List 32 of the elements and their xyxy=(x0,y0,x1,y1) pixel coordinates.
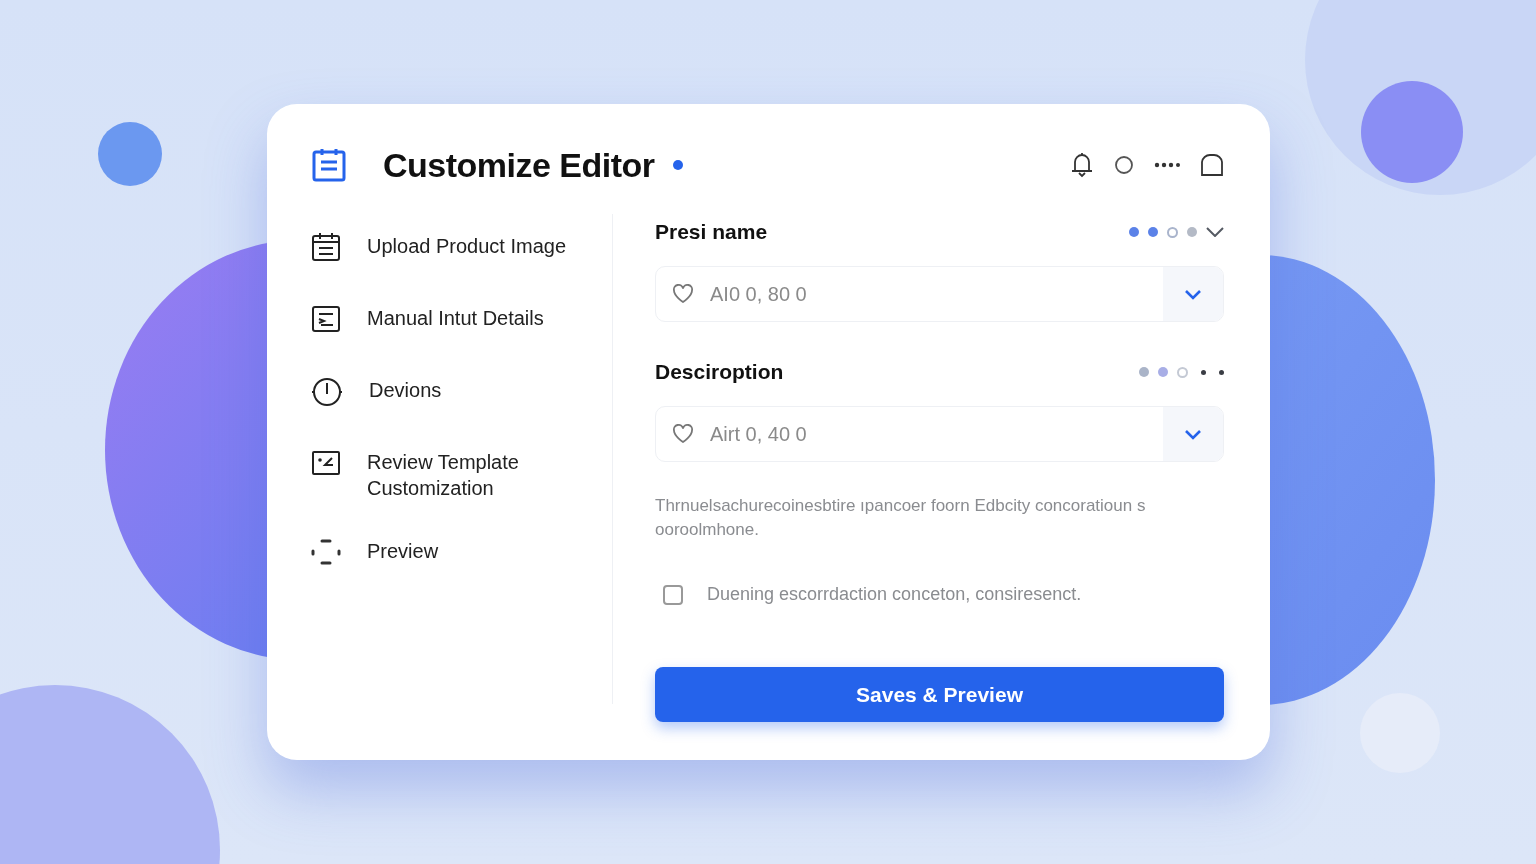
image-icon xyxy=(311,448,341,478)
clock-icon xyxy=(311,376,343,408)
dropdown-field[interactable]: AI0 0, 80 0 xyxy=(655,266,1224,322)
sidebar-item[interactable]: Review Template Customization xyxy=(311,430,612,519)
clipboard-icon xyxy=(311,147,347,183)
dropdown-field[interactable]: Airt 0, 40 0 xyxy=(655,406,1224,462)
window-title: Customize Editor xyxy=(383,145,655,185)
tab-icon[interactable] xyxy=(1200,153,1224,177)
save-preview-button[interactable]: Saves & Preview xyxy=(655,667,1224,722)
more-icon[interactable] xyxy=(1154,162,1180,168)
checkbox-label: Duening escorrdaction conceton, consiresenct. xyxy=(707,584,1082,605)
field-label: Desciroption xyxy=(655,360,784,384)
sidebar-item[interactable]: Manual Intut Details xyxy=(311,286,612,358)
sidebar-item[interactable]: Preview xyxy=(311,519,612,591)
help-text: Thrnuelsachurecoinesbtire ıpancoer foorn Edbcity concoratioun s ooroolmhone. xyxy=(655,495,1147,541)
sidebar-item[interactable]: Devions xyxy=(311,358,612,430)
circle-icon[interactable] xyxy=(1114,155,1134,175)
bell-icon[interactable] xyxy=(1070,152,1094,178)
calendar-icon xyxy=(311,232,341,262)
select-input[interactable]: AI0 0, 80 0 xyxy=(708,281,1163,307)
frame-icon xyxy=(311,537,341,567)
heart-icon xyxy=(672,424,694,444)
document-icon xyxy=(311,304,341,334)
sidebar-item[interactable]: Upload Product Image xyxy=(311,214,612,286)
caret-icon xyxy=(1184,288,1202,300)
chevron-down-icon[interactable] xyxy=(1206,227,1224,237)
heart-icon xyxy=(672,284,694,304)
decorative-circle xyxy=(98,122,162,186)
select-input[interactable]: Airt 0, 40 0 xyxy=(708,421,1163,447)
caret-icon xyxy=(1184,428,1202,440)
field-label: Presi name xyxy=(655,220,768,244)
checkbox[interactable] xyxy=(663,584,683,605)
